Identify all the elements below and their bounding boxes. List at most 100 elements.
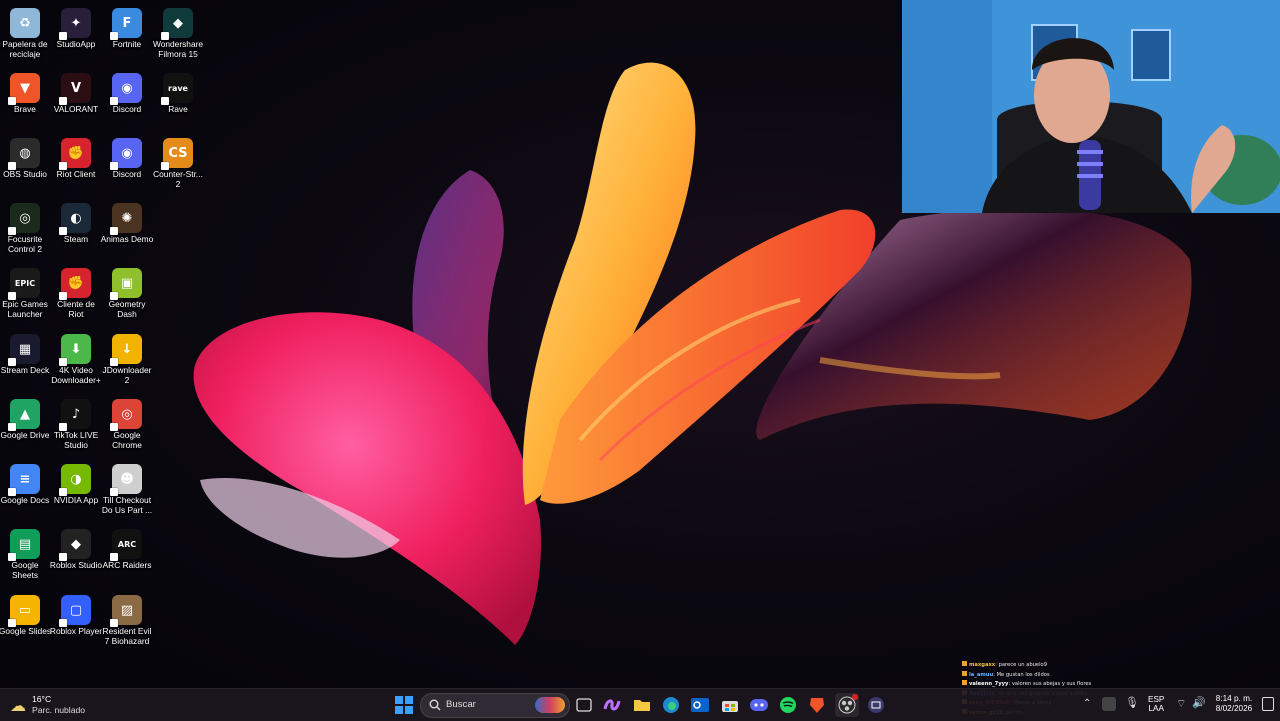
taskbar-search-box[interactable]: Buscar <box>420 693 570 718</box>
desktop-icon-recycle-bin[interactable]: ♻ Papelera de reciclaje <box>0 4 50 68</box>
desktop-icon-label: Epic Games Launcher <box>2 299 48 319</box>
desktop-icon-arc-raiders[interactable]: ARC ARC Raiders <box>102 525 152 589</box>
roblox-player-icon: ▢ <box>59 595 91 627</box>
shortcut-arrow-icon <box>8 292 16 300</box>
desktop-icon-epic-games[interactable]: EPIC Epic Games Launcher <box>0 264 50 328</box>
desktop-icon-steam[interactable]: ◐ Steam <box>51 199 101 263</box>
desktop-icon-label: OBS Studio <box>3 169 47 179</box>
desktop-icon-label: Google Chrome <box>112 430 142 450</box>
clock[interactable]: 8:14 p. m. 8/02/2026 <box>1210 694 1258 713</box>
desktop-icon-label: Roblox Studio <box>49 560 103 570</box>
chat-username: valeenn_7yyy <box>969 681 1009 688</box>
shortcut-arrow-icon <box>110 227 118 235</box>
desktop-icon-focusrite[interactable]: ◎ Focusrite Control 2 <box>0 199 50 263</box>
brave-icon[interactable] <box>805 693 829 717</box>
desktop-icon-brave[interactable]: ▼ Brave <box>0 69 50 133</box>
desktop-icon-label: Google Slides <box>0 626 52 636</box>
shortcut-arrow-icon <box>8 97 16 105</box>
desktop-icon-nvidia[interactable]: ◑ NVIDIA App <box>51 460 101 524</box>
counter-strike-icon: CS <box>161 138 193 170</box>
desktop-icon-riot-client[interactable]: ✊ Riot Client <box>51 134 101 198</box>
desktop-icon-label: Papelera de reciclaje <box>2 39 48 59</box>
obs-icon[interactable] <box>835 693 859 717</box>
desktop-icon-obs[interactable]: ◍ OBS Studio <box>0 134 50 198</box>
volume-icon[interactable]: 🔊 <box>1192 696 1206 709</box>
desktop-icon-label: TikTok LIVE Studio <box>53 430 99 450</box>
desktop-icon-studioapp[interactable]: ✦ StudioApp <box>51 4 101 68</box>
shortcut-arrow-icon <box>110 619 118 627</box>
desktop-icon-roblox-studio[interactable]: ◆ Roblox Studio <box>49 525 103 589</box>
desktop-icon-geometry-dash[interactable]: ▣ Geometry Dash <box>102 264 152 328</box>
discord-icon[interactable] <box>747 693 771 717</box>
desktop-icon-filmora[interactable]: ◆ Wondershare Filmora 15 <box>153 4 203 68</box>
game-portrait-icon: ☻ <box>110 464 142 496</box>
weather-cloud-icon: ☁ <box>10 698 26 715</box>
desktop-icon-jdownloader[interactable]: ↓ JDownloader 2 <box>102 330 152 394</box>
desktop-icon-label: Cliente de Riot <box>57 299 95 319</box>
shortcut-arrow-icon <box>8 227 16 235</box>
desktop-icon-label: Discord <box>112 169 142 179</box>
shortcut-arrow-icon <box>110 488 118 496</box>
network-activity-icon[interactable] <box>1102 697 1116 711</box>
desktop-icon-roblox-player[interactable]: ▢ Roblox Player <box>50 591 102 655</box>
windows-start-icon[interactable] <box>392 693 416 717</box>
tray-overflow-icon[interactable]: ⌃ <box>1083 698 1091 709</box>
desktop-icon-counter-strike[interactable]: CS Counter-Str... 2 <box>153 134 203 198</box>
copilot-icon[interactable] <box>600 693 624 717</box>
resident-evil-icon: ▨ <box>110 595 142 627</box>
stream-deck-icon[interactable] <box>864 693 888 717</box>
desktop-icon-label: 4K Video Downloader+ <box>51 365 101 385</box>
file-explorer-icon[interactable] <box>630 693 654 717</box>
task-view-icon[interactable] <box>572 693 596 717</box>
roblox-studio-icon: ◆ <box>59 529 91 561</box>
desktop-icon-label: Discord <box>112 104 142 114</box>
spotify-icon[interactable] <box>776 693 800 717</box>
shortcut-arrow-icon <box>59 227 67 235</box>
shortcut-arrow-icon <box>8 553 16 561</box>
filmora-icon: ◆ <box>161 8 193 40</box>
desktop-icon-riot-client[interactable]: ✊ Cliente de Riot <box>51 264 101 328</box>
desktop-icon-label: Riot Client <box>56 169 96 179</box>
outlook-icon[interactable] <box>688 693 712 717</box>
desktop-icon-fortnite[interactable]: F Fortnite <box>102 4 152 68</box>
desktop-icon-label: Google Drive <box>0 430 50 440</box>
microphone-icon[interactable]: 🎙 <box>1125 696 1139 709</box>
arc-raiders-icon: ARC <box>110 529 142 561</box>
language-indicator[interactable]: ESP LAA <box>1148 695 1164 713</box>
edge-icon[interactable] <box>659 693 683 717</box>
store-icon[interactable] <box>718 693 742 717</box>
desktop-icon-chrome[interactable]: ◎ Google Chrome <box>102 395 152 459</box>
fortnite-icon: F <box>110 8 142 40</box>
desktop-icon-google-docs[interactable]: ≡ Google Docs <box>0 460 50 524</box>
chat-username: maxgaxx <box>969 662 996 668</box>
desktop-icon-discord[interactable]: ◉ Discord <box>102 134 152 198</box>
shortcut-arrow-icon <box>59 423 67 431</box>
webcam-image <box>902 0 1280 213</box>
webcam-overlay <box>902 0 1280 213</box>
desktop-icon-game-portrait[interactable]: ☻ Till Checkout Do Us Part ... <box>102 460 152 524</box>
notifications-icon[interactable] <box>1262 697 1274 711</box>
wifi-icon[interactable]: ⌔ <box>1176 697 1186 711</box>
rave-icon: rave <box>161 73 193 105</box>
focusrite-icon: ◎ <box>8 203 40 235</box>
desktop-icon-resident-evil[interactable]: ▨ Resident Evil 7 Biohazard <box>102 591 152 655</box>
shortcut-arrow-icon <box>110 97 118 105</box>
google-docs-icon: ≡ <box>8 464 40 496</box>
desktop-icon-rave[interactable]: rave Rave <box>153 69 203 133</box>
jdownloader-icon: ↓ <box>110 334 142 366</box>
desktop-icon-valorant[interactable]: V VALORANT <box>51 69 101 133</box>
desktop-icon-discord[interactable]: ◉ Discord <box>102 69 152 133</box>
desktop-icon-label: Fortnite <box>112 39 142 49</box>
desktop-icon-stream-deck[interactable]: ▦ Stream Deck <box>0 330 50 394</box>
desktop-icon-google-drive[interactable]: ▲ Google Drive <box>0 395 50 459</box>
shortcut-arrow-icon <box>59 292 67 300</box>
desktop-icon-google-slides[interactable]: ▭ Google Slides <box>0 591 52 655</box>
desktop-icon-google-sheets[interactable]: ▤ Google Sheets <box>0 525 50 589</box>
desktop-icon-tiktok[interactable]: ♪ TikTok LIVE Studio <box>51 395 101 459</box>
desktop-icon-animas[interactable]: ✺ Animas Demo <box>101 199 153 263</box>
live-indicator-icon <box>852 694 858 700</box>
shortcut-arrow-icon <box>59 488 67 496</box>
desktop-icon-4k-video-downloader[interactable]: ⬇ 4K Video Downloader+ <box>51 330 101 394</box>
animas-icon: ✺ <box>110 203 142 235</box>
language-code: ESP <box>1148 695 1165 704</box>
